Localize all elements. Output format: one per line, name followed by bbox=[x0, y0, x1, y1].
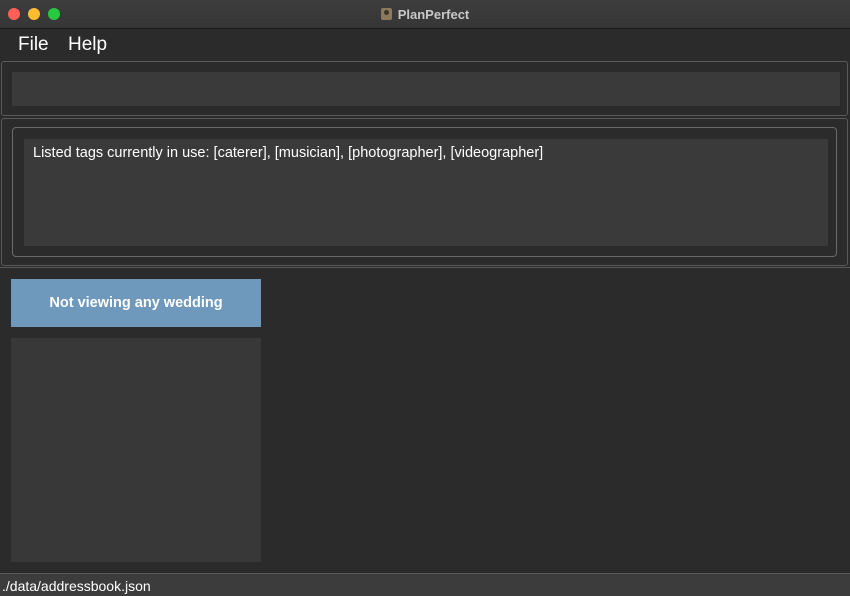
result-display-text[interactable]: Listed tags currently in use: [caterer],… bbox=[24, 139, 828, 246]
save-file-path: ./data/addressbook.json bbox=[2, 578, 151, 594]
menu-help[interactable]: Help bbox=[68, 34, 107, 56]
status-bar: ./data/addressbook.json bbox=[0, 573, 850, 596]
app-window: PlanPerfect File Help Listed tags curren… bbox=[0, 0, 850, 596]
window-title: PlanPerfect bbox=[397, 6, 470, 22]
menu-file[interactable]: File bbox=[18, 34, 49, 56]
result-display-frame: Listed tags currently in use: [caterer],… bbox=[12, 127, 837, 257]
contacts-app-icon bbox=[380, 8, 392, 20]
person-list-panel[interactable] bbox=[11, 338, 261, 562]
menu-bar: File Help bbox=[0, 29, 850, 61]
window-title-group: PlanPerfect bbox=[0, 0, 850, 28]
main-content-pane: Not viewing any wedding bbox=[0, 267, 850, 573]
command-box-pane bbox=[1, 61, 848, 116]
command-input[interactable] bbox=[12, 72, 840, 106]
result-display-pane: Listed tags currently in use: [caterer],… bbox=[1, 118, 848, 266]
wedding-status-header: Not viewing any wedding bbox=[11, 279, 261, 327]
title-bar[interactable]: PlanPerfect bbox=[0, 0, 850, 29]
